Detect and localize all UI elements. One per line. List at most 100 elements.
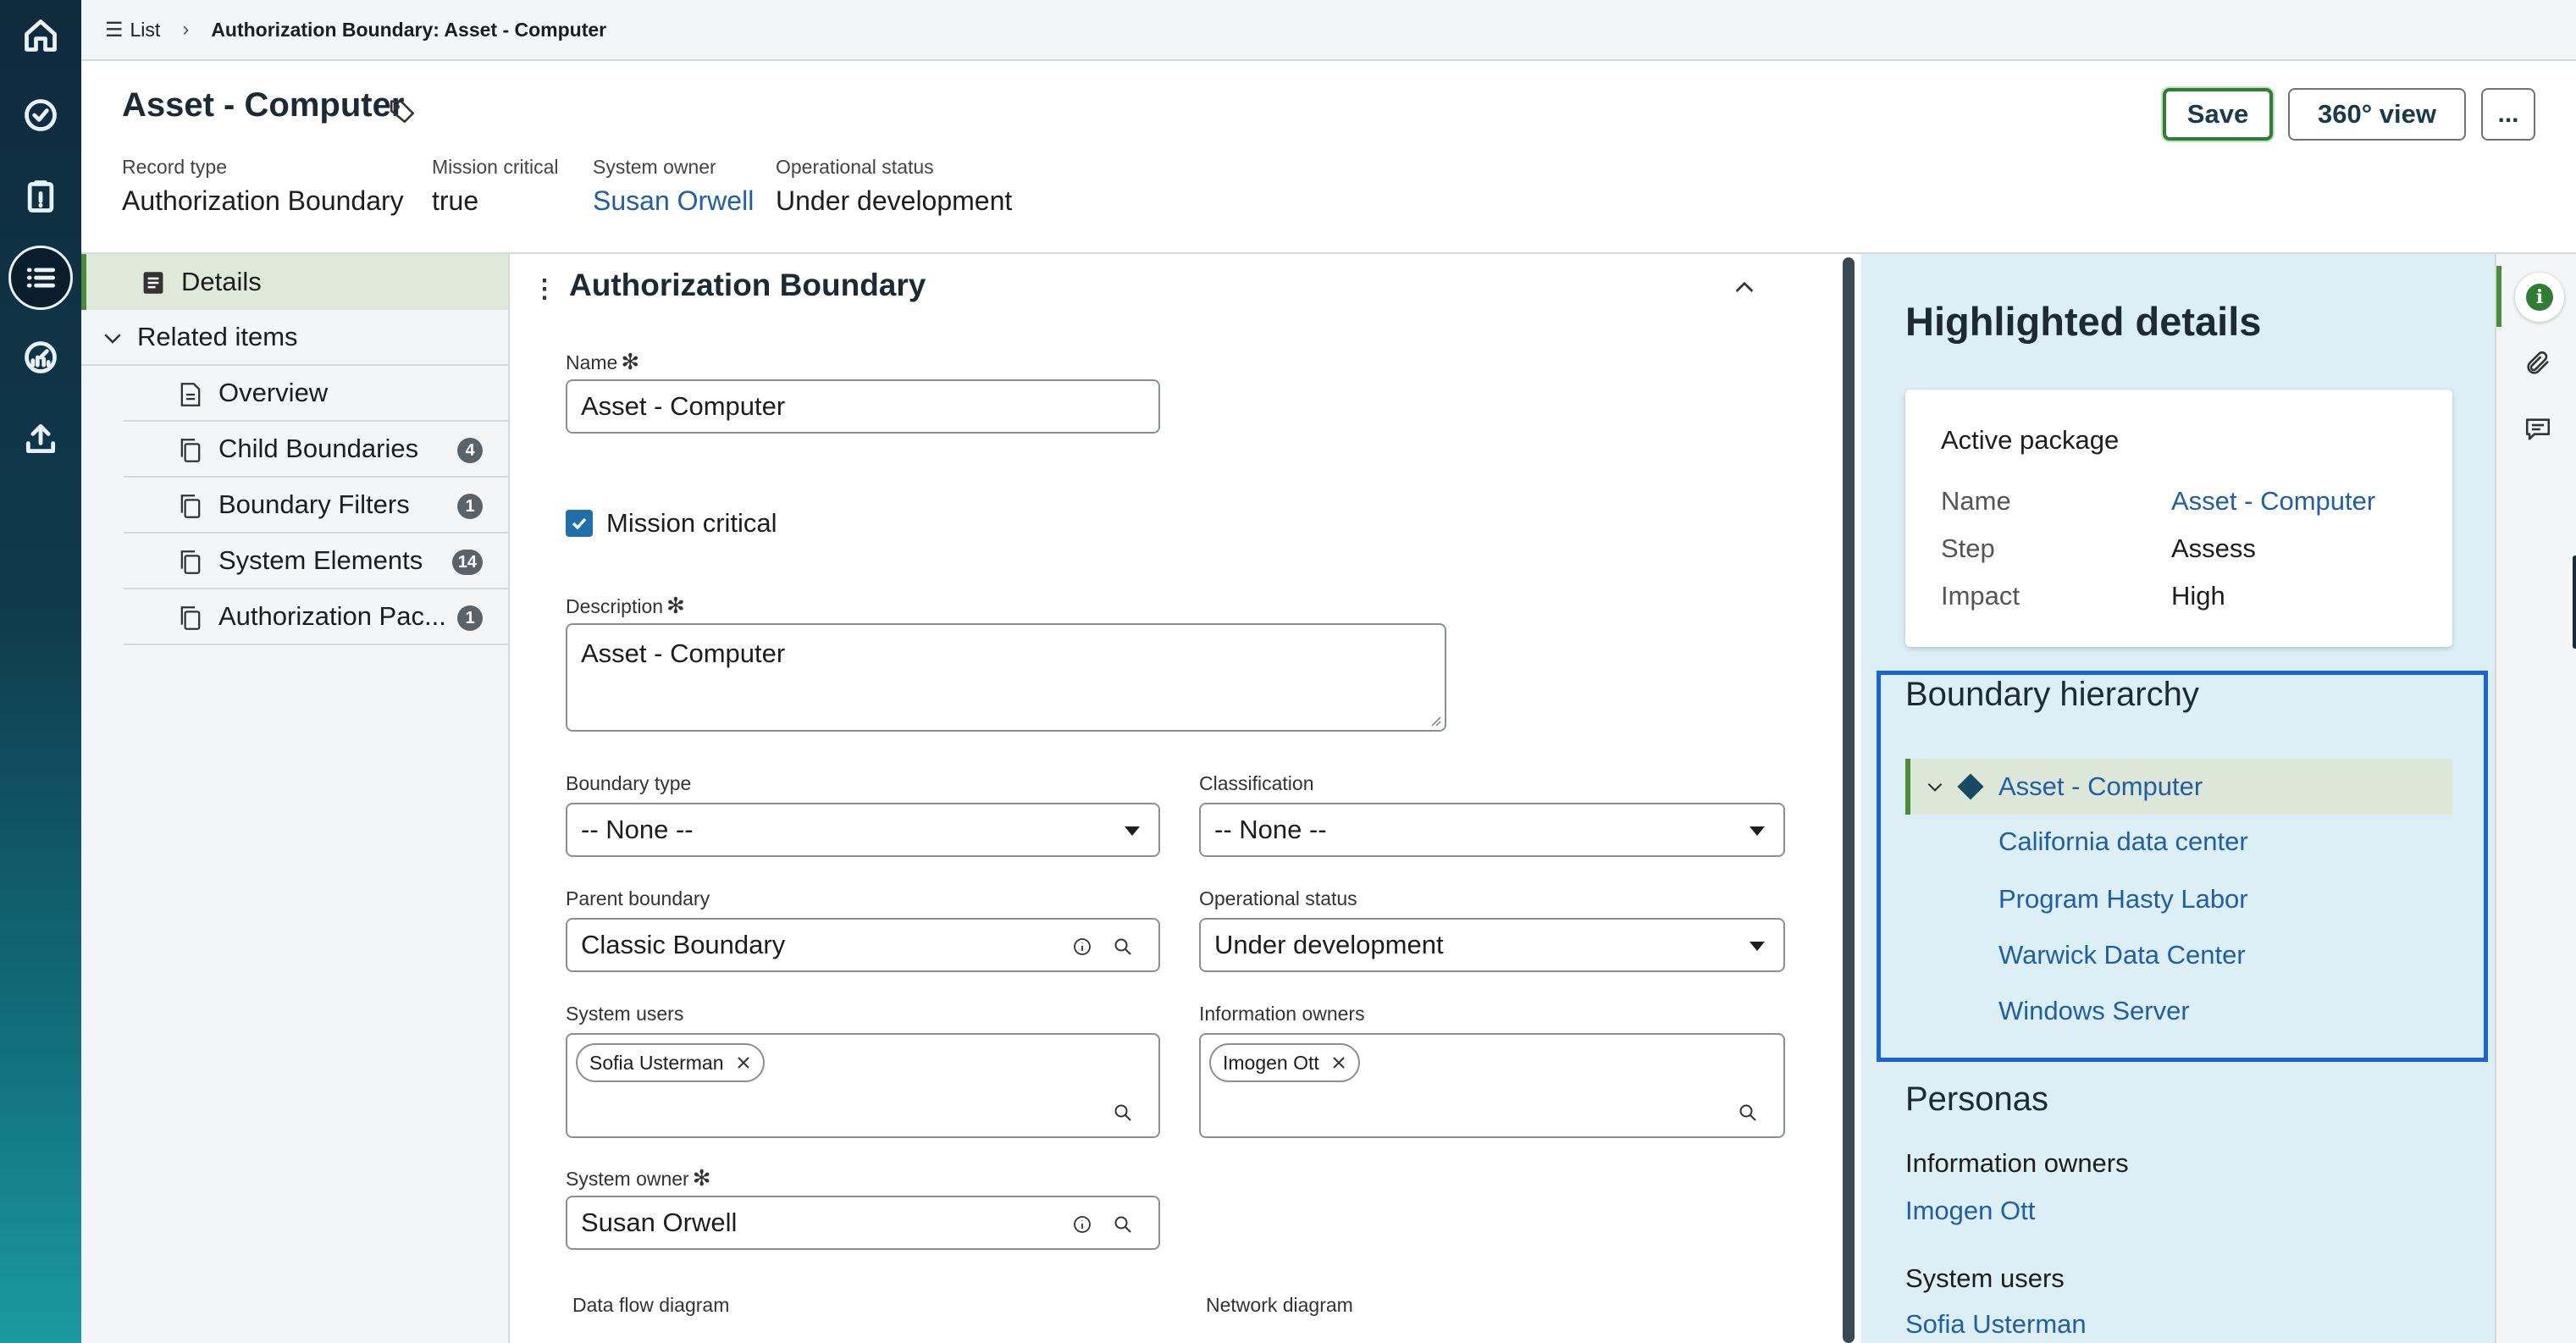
info-icon[interactable] xyxy=(1072,937,1092,957)
record-nav: Details Related items Overview Child Bou… xyxy=(81,254,510,1343)
caret-down-icon xyxy=(1750,826,1765,836)
name-input[interactable]: Asset - Computer xyxy=(566,379,1160,434)
system-users-input[interactable]: Sofia Usterman xyxy=(566,1033,1160,1138)
sidebar-rail: i xyxy=(2495,254,2576,1343)
parent-boundary-label: Parent boundary xyxy=(566,887,710,909)
nav-item-boundary-filters[interactable]: Boundary Filters 1 xyxy=(124,478,508,533)
dashboard-gauge-icon[interactable] xyxy=(17,334,64,381)
info-details-button[interactable]: i xyxy=(2515,273,2564,322)
persona-system-user-link[interactable]: Sofia Usterman xyxy=(1905,1309,2087,1340)
list-small-icon: ☰ xyxy=(105,18,124,41)
nav-item-overview[interactable]: Overview xyxy=(124,366,508,422)
hierarchy-child-link[interactable]: Program Hasty Labor xyxy=(1998,884,2248,915)
highlighted-details-panel: Highlighted details Active package Name … xyxy=(1861,254,2495,1343)
copy-icon xyxy=(180,550,201,574)
search-icon[interactable] xyxy=(1113,937,1133,957)
persona-system-users-label: System users xyxy=(1905,1263,2065,1293)
hierarchy-child-link[interactable]: California data center xyxy=(1998,826,2248,857)
classification-label: Classification xyxy=(1199,772,1314,794)
mission-critical-checkbox[interactable] xyxy=(566,510,593,537)
app-rail xyxy=(0,0,81,1343)
section-menu-icon[interactable]: ⋮ xyxy=(532,274,557,304)
info-icon[interactable] xyxy=(1072,1214,1092,1235)
active-package-card: Active package Name Asset - Computer Ste… xyxy=(1905,390,2452,647)
more-actions-button[interactable]: ... xyxy=(2481,88,2535,141)
caret-down-icon xyxy=(1125,826,1140,836)
upload-icon[interactable] xyxy=(17,415,64,462)
resize-grip-icon[interactable] xyxy=(1429,715,1441,727)
close-icon[interactable] xyxy=(1331,1055,1346,1070)
hierarchy-child-link[interactable]: Windows Server xyxy=(1998,996,2190,1026)
boundary-hierarchy-title: Boundary hierarchy xyxy=(1905,676,2199,713)
nav-item-system-elements[interactable]: System Elements 14 xyxy=(124,533,508,589)
information-owners-input[interactable]: Imogen Ott xyxy=(1199,1033,1785,1138)
personas-title: Personas xyxy=(1905,1080,2048,1118)
section-title: Authorization Boundary xyxy=(569,268,926,302)
save-button[interactable]: Save xyxy=(2163,88,2273,141)
home-icon[interactable] xyxy=(17,12,64,59)
document-filled-icon xyxy=(143,272,163,294)
search-icon[interactable] xyxy=(1738,1103,1758,1123)
attachment-icon[interactable] xyxy=(2523,349,2552,378)
count-badge: 4 xyxy=(457,438,483,463)
persona-info-owners-label: Information owners xyxy=(1905,1148,2129,1178)
count-badge: 1 xyxy=(457,605,483,631)
persona-info-owner-link[interactable]: Imogen Ott xyxy=(1905,1196,2035,1226)
chevron-up-icon[interactable] xyxy=(1731,274,1758,301)
chevron-down-icon xyxy=(104,334,121,344)
operational-status-label: Operational status xyxy=(1199,887,1357,909)
record-header: Asset - Computer Record type Authorizati… xyxy=(81,61,2576,254)
active-indicator xyxy=(2496,266,2501,327)
breadcrumb-separator-icon: › xyxy=(182,18,190,41)
hierarchy-child-link[interactable]: Warwick Data Center xyxy=(1998,940,2246,970)
breadcrumb: ☰ List › Authorization Boundary: Asset -… xyxy=(81,0,2576,61)
check-circle-icon[interactable] xyxy=(17,91,64,139)
boundary-type-label: Boundary type xyxy=(566,772,692,794)
caret-down-icon xyxy=(1750,942,1765,951)
close-icon[interactable] xyxy=(736,1055,751,1070)
meta-operational-status: Operational status Under development xyxy=(776,156,1013,216)
package-name-link[interactable]: Asset - Computer xyxy=(2171,486,2375,517)
info-icon: i xyxy=(2526,284,2553,311)
mission-critical-label: Mission critical xyxy=(606,508,777,538)
document-icon xyxy=(180,383,201,406)
parent-boundary-input[interactable]: Classic Boundary xyxy=(566,918,1160,972)
search-icon[interactable] xyxy=(1113,1214,1133,1235)
operational-status-select[interactable]: Under development xyxy=(1199,918,1785,972)
network-diagram-label: Network diagram xyxy=(1206,1294,1353,1316)
classification-select[interactable]: -- None -- xyxy=(1199,803,1785,857)
copy-icon xyxy=(180,495,201,518)
search-icon[interactable] xyxy=(1113,1103,1133,1123)
data-flow-diagram-label: Data flow diagram xyxy=(572,1294,730,1316)
system-owner-input[interactable]: Susan Orwell xyxy=(566,1196,1160,1250)
panel-resize-handle[interactable] xyxy=(2573,555,2576,649)
count-badge: 1 xyxy=(457,494,483,519)
boundary-type-select[interactable]: -- None -- xyxy=(566,803,1160,857)
comment-icon[interactable] xyxy=(2523,415,2552,444)
diamond-node-icon xyxy=(1957,773,1984,800)
nav-related-items[interactable]: Related items xyxy=(81,310,508,366)
meta-system-owner: System owner Susan Orwell xyxy=(593,156,755,217)
system-owner-label: System owner ✻ xyxy=(566,1165,711,1191)
system-user-chip: Sofia Usterman xyxy=(576,1043,765,1082)
breadcrumb-list-link[interactable]: List xyxy=(130,19,161,41)
panel-title: Highlighted details xyxy=(1905,299,2262,344)
nav-item-child-boundaries[interactable]: Child Boundaries 4 xyxy=(124,422,508,478)
meta-mission-critical: Mission critical true xyxy=(432,156,559,216)
chevron-down-icon[interactable] xyxy=(1924,776,1946,798)
panel-splitter[interactable] xyxy=(1843,257,1855,1343)
tag-icon[interactable] xyxy=(388,97,417,125)
clipboard-icon[interactable] xyxy=(17,173,64,220)
360-view-button[interactable]: 360° view xyxy=(2288,88,2466,141)
name-label: Name ✻ xyxy=(566,349,640,374)
hierarchy-root-item[interactable]: Asset - Computer xyxy=(1905,759,2452,815)
copy-icon xyxy=(180,606,201,630)
breadcrumb-current: Authorization Boundary: Asset - Computer xyxy=(211,18,607,41)
system-owner-link[interactable]: Susan Orwell xyxy=(593,185,754,217)
nav-details[interactable]: Details xyxy=(81,254,508,310)
description-textarea[interactable]: Asset - Computer xyxy=(566,623,1446,732)
count-badge: 14 xyxy=(451,550,483,575)
list-icon[interactable] xyxy=(8,246,73,310)
page-title: Asset - Computer xyxy=(122,86,405,124)
nav-item-authorization-packages[interactable]: Authorization Pac... 1 xyxy=(124,589,508,645)
